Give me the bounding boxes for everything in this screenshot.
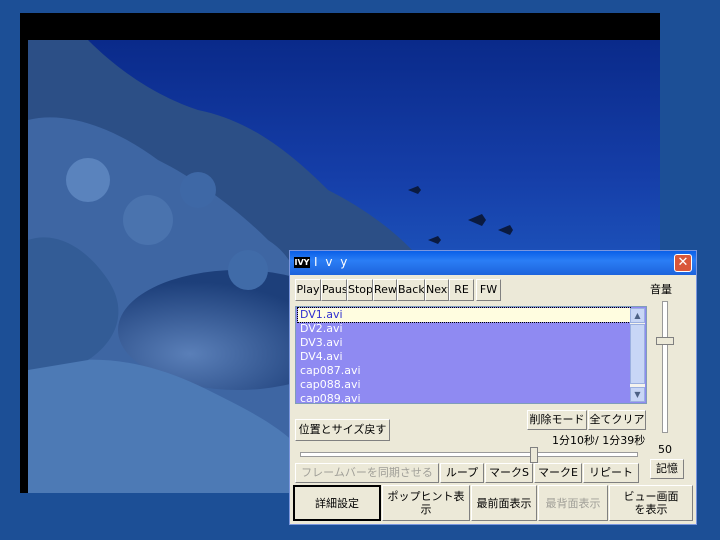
- always-on-top-button[interactable]: 最前面表示: [471, 485, 537, 521]
- list-item[interactable]: cap089.avi: [298, 392, 630, 403]
- window-title: I v y: [314, 255, 350, 269]
- playback-time: 1分10秒/ 1分39秒: [552, 434, 646, 447]
- list-item[interactable]: cap087.avi: [298, 364, 630, 378]
- seek-bar-handle[interactable]: [530, 447, 538, 463]
- list-item[interactable]: cap088.avi: [298, 378, 630, 392]
- volume-slider[interactable]: [662, 301, 668, 433]
- list-item[interactable]: DV1.avi: [297, 307, 631, 323]
- play-button[interactable]: Play: [295, 279, 321, 301]
- close-icon[interactable]: ✕: [674, 254, 692, 272]
- next-button[interactable]: Next: [425, 279, 449, 301]
- title-bar[interactable]: IVY I v y ✕: [290, 251, 696, 275]
- back-button[interactable]: Back: [397, 279, 425, 301]
- show-view-screen-button[interactable]: ビュー画面 を表示: [609, 485, 693, 521]
- mark-e-button[interactable]: マークE: [534, 463, 582, 483]
- volume-slider-handle[interactable]: [656, 337, 674, 345]
- list-item[interactable]: DV2.avi: [298, 322, 630, 336]
- list-item[interactable]: DV4.avi: [298, 350, 630, 364]
- memory-button[interactable]: 記憶: [650, 459, 684, 479]
- fw-button[interactable]: FW: [476, 279, 501, 301]
- scroll-thumb[interactable]: [630, 324, 645, 384]
- list-item[interactable]: DV3.avi: [298, 336, 630, 350]
- rewind-button[interactable]: Rew: [373, 279, 397, 301]
- sync-framebar-button[interactable]: フレームバーを同期させる: [295, 463, 439, 483]
- pause-button[interactable]: Paus: [321, 279, 347, 301]
- playlist-scrollbar[interactable]: ▲ ▼: [630, 308, 645, 402]
- playlist[interactable]: DV1.avi DV2.avi DV3.avi DV4.avi cap087.a…: [295, 306, 647, 404]
- clear-all-button[interactable]: 全てクリア: [588, 410, 646, 430]
- volume-label: 音量: [650, 283, 672, 296]
- show-view-line-2: を表示: [634, 503, 668, 516]
- re-button[interactable]: RE: [449, 279, 474, 301]
- restore-position-button[interactable]: 位置とサイズ戻す: [295, 419, 390, 441]
- details-settings-button[interactable]: 詳細設定: [293, 485, 381, 521]
- player-window: IVY I v y ✕ Play Paus Stop Rew Back Next…: [289, 250, 697, 525]
- delete-mode-button[interactable]: 削除モード: [527, 410, 587, 430]
- mark-s-button[interactable]: マークS: [485, 463, 533, 483]
- volume-value: 50: [658, 443, 672, 456]
- seek-bar[interactable]: [300, 452, 638, 457]
- scroll-up-icon[interactable]: ▲: [630, 308, 645, 323]
- stop-button[interactable]: Stop: [347, 279, 373, 301]
- repeat-button[interactable]: リピート: [583, 463, 639, 483]
- app-logo-icon: IVY: [294, 257, 310, 268]
- always-on-bottom-button[interactable]: 最背面表示: [538, 485, 608, 521]
- popup-hint-button[interactable]: ポップヒント表示: [382, 485, 470, 521]
- show-view-line-1: ビュー画面: [623, 490, 679, 503]
- scroll-down-icon[interactable]: ▼: [630, 387, 645, 402]
- loop-button[interactable]: ループ: [440, 463, 484, 483]
